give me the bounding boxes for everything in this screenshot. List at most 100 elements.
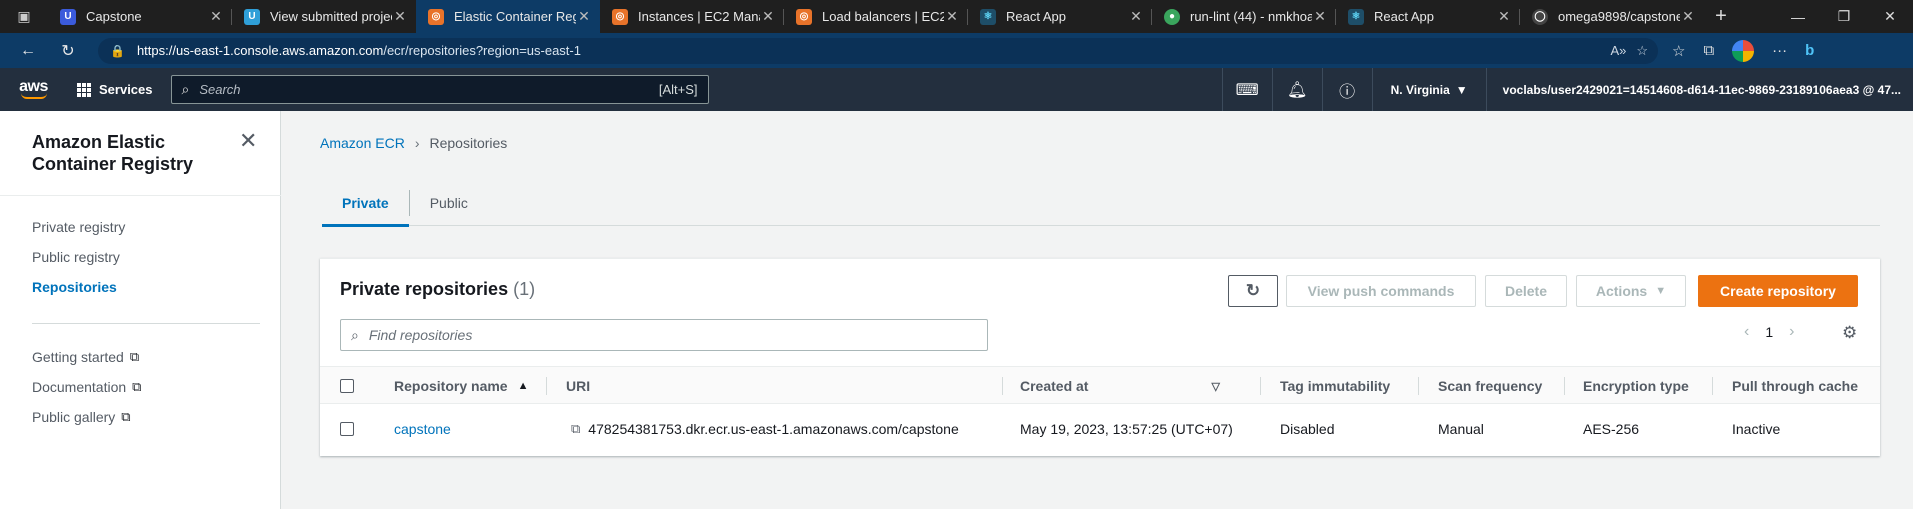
sort-descending-icon: ▽ (1211, 380, 1220, 393)
sidebar-link-public-gallery[interactable]: Public gallery ⧉ (32, 409, 131, 425)
actions-dropdown[interactable]: Actions ▼ (1576, 275, 1686, 307)
select-all-checkbox[interactable] (340, 367, 354, 405)
chevron-left-icon[interactable]: ‹ (1744, 323, 1749, 341)
encryption-type-value: AES-256 (1583, 421, 1640, 437)
account-menu[interactable]: voclabs/user2429021=14514608-d614-11ec-9… (1485, 68, 1913, 111)
column-label: Scan frequency (1438, 378, 1543, 394)
create-repository-button[interactable]: Create repository (1698, 275, 1858, 307)
column-header-repository-name[interactable]: Repository name ▲ (394, 367, 528, 405)
tab-close-icon[interactable]: ✕ (1128, 8, 1144, 25)
panel-title-text: Private repositories (340, 279, 509, 299)
search-shortcut: [Alt+S] (658, 82, 698, 97)
browser-tab[interactable]: ◯ omega9898/capstone ✕ (1520, 0, 1704, 33)
tab-public[interactable]: Public (410, 180, 488, 226)
aws-console-header: aws Services ⌕ Search [Alt+S] ⌨ 🔔︎ ⓘ N. … (0, 68, 1913, 111)
tab-title: Capstone (86, 9, 142, 24)
breadcrumb-link-ecr[interactable]: Amazon ECR (320, 135, 405, 151)
tab-close-icon[interactable]: ✕ (392, 8, 408, 25)
close-icon[interactable]: ✕ (239, 130, 257, 152)
circleci-favicon-icon: ● (1164, 8, 1180, 25)
view-push-commands-button[interactable]: View push commands (1286, 275, 1476, 307)
browser-tab[interactable]: U View submitted projec ✕ (232, 0, 416, 33)
url-input[interactable]: 🔒 https://us-east-1.console.aws.amazon.c… (98, 37, 1658, 64)
read-aloud-icon[interactable]: A» (1610, 43, 1626, 59)
tab-close-icon[interactable]: ✕ (944, 8, 960, 25)
tab-close-icon[interactable]: ✕ (576, 8, 592, 25)
browser-tab[interactable]: ◎ Load balancers | EC2 I ✕ (784, 0, 968, 33)
column-header-tag-immutability[interactable]: Tag immutability (1280, 367, 1390, 405)
tab-label: Public (429, 195, 468, 211)
sidebar-link-documentation[interactable]: Documentation ⧉ (32, 379, 141, 395)
tab-title: omega9898/capstone (1558, 9, 1680, 24)
tab-close-icon[interactable]: ✕ (760, 8, 776, 25)
tab-private[interactable]: Private (322, 180, 409, 227)
column-label: Created at (1020, 378, 1089, 394)
repository-name-link[interactable]: capstone (394, 404, 451, 454)
tab-close-icon[interactable]: ✕ (1680, 8, 1696, 25)
sidebar-item-private-registry[interactable]: Private registry (32, 219, 125, 235)
table-row: capstone ⧉ 478254381753.dkr.ecr.us-east-… (320, 404, 1880, 454)
column-header-pull-through-cache[interactable]: Pull through cache (1732, 367, 1858, 405)
external-link-icon: ⧉ (129, 349, 140, 364)
notifications-bell-icon[interactable]: 🔔︎ (1271, 68, 1322, 111)
refresh-icon: ↻ (1245, 281, 1261, 300)
column-header-encryption-type[interactable]: Encryption type (1583, 367, 1689, 405)
breadcrumb: Amazon ECR › Repositories (320, 135, 507, 151)
add-favorite-icon[interactable]: ☆ (1636, 43, 1648, 59)
new-tab-icon[interactable]: + (1704, 0, 1738, 33)
browser-tab-active[interactable]: ◎ Elastic Container Regis ✕ (416, 0, 600, 33)
tab-close-icon[interactable]: ✕ (208, 8, 224, 25)
restore-icon[interactable]: ❐ (1821, 0, 1867, 33)
services-grid-icon (77, 82, 91, 97)
aws-logo[interactable]: aws (0, 78, 67, 99)
button-label: Delete (1504, 283, 1548, 299)
gear-icon[interactable]: ⚙ (1842, 323, 1857, 343)
tab-close-icon[interactable]: ✕ (1496, 8, 1512, 25)
tab-close-icon[interactable]: ✕ (1312, 8, 1328, 25)
window-close-icon[interactable]: ✕ (1867, 0, 1913, 33)
services-menu[interactable]: Services (67, 82, 163, 97)
browser-tab[interactable]: U Capstone ✕ (48, 0, 232, 33)
browser-tab[interactable]: ● run-lint (44) - nmkhoa ✕ (1152, 0, 1336, 33)
chevron-right-icon[interactable]: › (1789, 323, 1794, 341)
bing-icon[interactable]: b (1805, 42, 1814, 59)
aws-logo-text: aws (19, 78, 48, 95)
copy-icon[interactable]: ⧉ (571, 421, 580, 437)
tab-title: View submitted projec (270, 9, 392, 24)
more-icon[interactable]: ··· (1772, 42, 1787, 59)
column-header-scan-frequency[interactable]: Scan frequency (1438, 367, 1542, 405)
sidebar-item-label: Public registry (32, 249, 120, 265)
find-repositories-input[interactable]: ⌕ Find repositories (340, 319, 988, 351)
favorites-icon[interactable]: ☆ (1672, 42, 1685, 60)
column-header-created-at[interactable]: Created at ▽ (1020, 367, 1220, 405)
refresh-button[interactable]: ↻ (1228, 275, 1278, 307)
column-label: Tag immutability (1280, 378, 1391, 394)
cloudshell-icon[interactable]: ⌨ (1221, 68, 1272, 111)
help-icon[interactable]: ⓘ (1321, 68, 1372, 111)
browser-tab[interactable]: ◎ Instances | EC2 Manag ✕ (600, 0, 784, 33)
reload-icon[interactable]: ↻ (48, 33, 88, 68)
current-page[interactable]: 1 (1765, 324, 1773, 340)
column-label: Repository name (394, 378, 508, 394)
profile-avatar[interactable] (1732, 39, 1755, 62)
console-search-input[interactable]: ⌕ Search [Alt+S] (170, 75, 709, 104)
collections-icon[interactable]: ⧉ (1703, 42, 1714, 59)
region-selector[interactable]: N. Virginia ▼ (1371, 68, 1486, 111)
panel-title: Private repositories (1) (340, 279, 535, 300)
browser-tab[interactable]: ⚛ React App ✕ (1336, 0, 1520, 33)
row-select-checkbox[interactable] (340, 404, 354, 454)
sidebar-item-public-registry[interactable]: Public registry (32, 249, 120, 265)
search-icon: ⌕ (351, 326, 359, 343)
aws-favicon-icon: ◎ (796, 8, 812, 25)
sidebar-item-repositories[interactable]: Repositories (32, 279, 117, 295)
column-header-uri[interactable]: URI (566, 367, 590, 405)
minimize-icon[interactable]: — (1775, 0, 1821, 33)
delete-button[interactable]: Delete (1485, 275, 1567, 307)
chevron-right-icon: › (414, 135, 420, 151)
tab-actions-icon[interactable]: ▣ (0, 0, 48, 33)
sidebar-link-getting-started[interactable]: Getting started ⧉ (32, 349, 139, 365)
sidebar-title: Amazon Elastic Container Registry (32, 132, 194, 174)
back-icon[interactable]: ← (8, 33, 48, 68)
browser-tab[interactable]: ⚛ React App ✕ (968, 0, 1152, 33)
column-label: URI (566, 378, 591, 394)
